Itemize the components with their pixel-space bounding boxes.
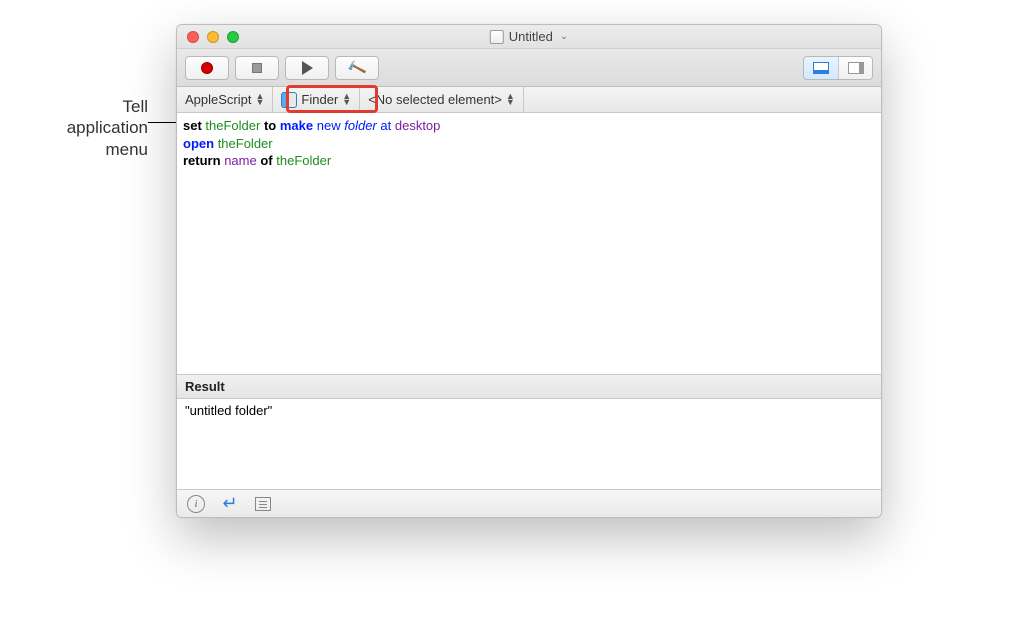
zoom-button[interactable] bbox=[227, 31, 239, 43]
keyword-new: new bbox=[317, 118, 341, 133]
keyword-to: to bbox=[264, 118, 276, 133]
keyword-of: of bbox=[260, 153, 272, 168]
result-header: Result bbox=[177, 375, 881, 399]
tell-application-menu[interactable]: Finder ▲▼ bbox=[273, 87, 360, 112]
compile-button[interactable]: 🔨 bbox=[335, 56, 379, 80]
keyword-return: return bbox=[183, 153, 221, 168]
property-desktop: desktop bbox=[395, 118, 441, 133]
keyword-at: at bbox=[380, 118, 391, 133]
finder-icon bbox=[281, 92, 297, 108]
updown-icon: ▲▼ bbox=[506, 94, 515, 105]
traffic-lights bbox=[187, 31, 239, 43]
pane-bottom-icon bbox=[813, 62, 829, 74]
script-file-icon bbox=[490, 30, 504, 44]
hammer-icon: 🔨 bbox=[346, 58, 367, 77]
close-button[interactable] bbox=[187, 31, 199, 43]
callout-label: Tellapplicationmenu bbox=[8, 96, 148, 160]
result-output[interactable]: "untitled folder" bbox=[177, 399, 881, 489]
result-pane-toggle[interactable] bbox=[804, 57, 838, 79]
variable: theFolder bbox=[276, 153, 331, 168]
element-label: <No selected element> bbox=[368, 92, 502, 107]
stop-icon bbox=[252, 63, 262, 73]
command-open: open bbox=[183, 136, 214, 151]
navigation-bar: AppleScript ▲▼ Finder ▲▼ <No selected el… bbox=[177, 87, 881, 113]
log-tab[interactable] bbox=[255, 497, 271, 511]
variable: theFolder bbox=[218, 136, 273, 151]
keyword-set: set bbox=[183, 118, 202, 133]
target-app-label: Finder bbox=[301, 92, 338, 107]
class-folder: folder bbox=[344, 118, 377, 133]
script-editor-window: Untitled ⌄ 🔨 AppleScript ▲▼ Finder ▲▼ <N… bbox=[176, 24, 882, 518]
title-text: Untitled bbox=[509, 29, 553, 44]
pane-side-icon bbox=[848, 62, 864, 74]
play-icon bbox=[302, 61, 313, 75]
titlebar[interactable]: Untitled ⌄ bbox=[177, 25, 881, 49]
description-tab[interactable]: i bbox=[187, 495, 205, 513]
toolbar: 🔨 bbox=[177, 49, 881, 87]
minimize-button[interactable] bbox=[207, 31, 219, 43]
language-label: AppleScript bbox=[185, 92, 251, 107]
language-menu[interactable]: AppleScript ▲▼ bbox=[177, 87, 273, 112]
view-toggle bbox=[803, 56, 873, 80]
variable: theFolder bbox=[205, 118, 260, 133]
run-button[interactable] bbox=[285, 56, 329, 80]
stop-button[interactable] bbox=[235, 56, 279, 80]
record-icon bbox=[201, 62, 213, 74]
status-bar: i ↵ bbox=[177, 489, 881, 517]
script-editor-textarea[interactable]: set theFolder to make new folder at desk… bbox=[177, 113, 881, 375]
command-make: make bbox=[280, 118, 313, 133]
property-name: name bbox=[224, 153, 257, 168]
updown-icon: ▲▼ bbox=[342, 94, 351, 105]
window-title[interactable]: Untitled ⌄ bbox=[490, 29, 568, 44]
record-button[interactable] bbox=[185, 56, 229, 80]
result-tab[interactable]: ↵ bbox=[221, 495, 239, 513]
side-pane-toggle[interactable] bbox=[838, 57, 872, 79]
element-menu[interactable]: <No selected element> ▲▼ bbox=[360, 87, 524, 112]
chevron-down-icon: ⌄ bbox=[560, 31, 568, 42]
updown-icon: ▲▼ bbox=[255, 94, 264, 105]
